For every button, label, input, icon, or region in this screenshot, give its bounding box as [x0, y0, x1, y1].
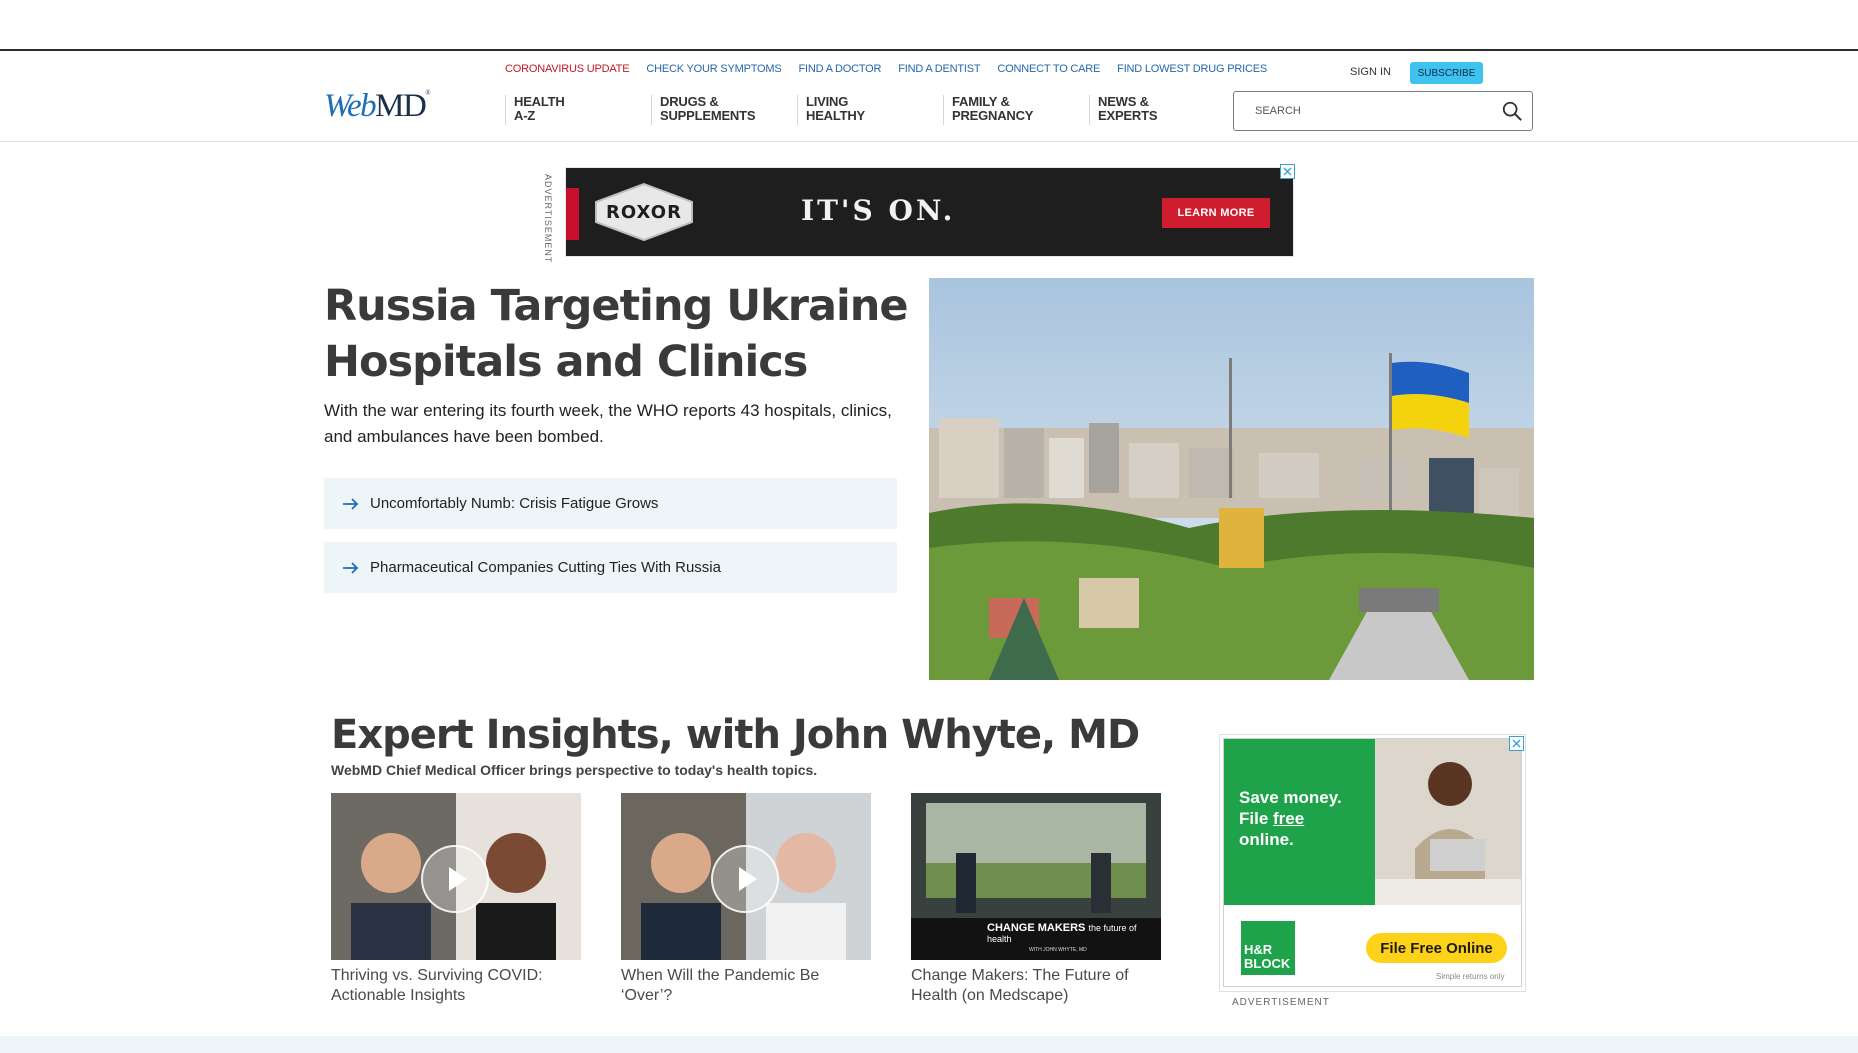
ad-copy-line2a: File: [1239, 809, 1274, 828]
ad-disclaimer: Simple returns only: [1436, 972, 1505, 981]
utility-link-doctor[interactable]: FIND A DOCTOR: [799, 63, 882, 75]
top-advertisement: ADVERTISEMENT ROXOR IT'S ON. LEARN MORE: [543, 164, 1295, 263]
roxor-banner[interactable]: ROXOR IT'S ON. LEARN MORE: [565, 167, 1294, 257]
related-link-label: Pharmaceutical Companies Cutting Ties Wi…: [370, 559, 721, 576]
change-makers-title: CHANGE MAKERS: [987, 922, 1086, 934]
nav-living-healthy[interactable]: LIVING HEALTHY: [797, 95, 943, 125]
arrow-right-icon: [343, 497, 359, 510]
related-link-pharma[interactable]: Pharmaceutical Companies Cutting Ties Wi…: [324, 542, 897, 593]
next-section-strip: [0, 1036, 1858, 1053]
ad-close-icon[interactable]: [1509, 736, 1524, 751]
arrow-right-icon: [343, 561, 359, 574]
learn-more-button[interactable]: LEARN MORE: [1162, 198, 1270, 228]
sign-in-link[interactable]: SIGN IN: [1350, 66, 1391, 78]
nav-family-pregnancy[interactable]: FAMILY & PREGNANCY: [943, 95, 1089, 125]
utility-link-symptoms[interactable]: CHECK YOUR SYMPTOMS: [646, 63, 781, 75]
hrb-top: H&R: [1244, 942, 1273, 957]
related-link-label: Uncomfortably Numb: Crisis Fatigue Grows: [370, 495, 659, 512]
nav-news-experts[interactable]: NEWS & EXPERTS: [1089, 95, 1235, 125]
utility-link-connect[interactable]: CONNECT TO CARE: [997, 63, 1100, 75]
site-header: CORONAVIRUS UPDATE CHECK YOUR SYMPTOMS F…: [0, 51, 1858, 142]
search-input[interactable]: [1235, 93, 1485, 129]
search-box: [1233, 91, 1533, 131]
logo-web: Web: [324, 88, 377, 124]
ad-label: ADVERTISEMENT: [1232, 997, 1330, 1008]
ad-photo: [1375, 739, 1521, 905]
ad-headline: IT'S ON.: [801, 194, 956, 227]
file-free-online-button[interactable]: File Free Online: [1366, 933, 1507, 963]
hr-block-logo: H&R BLOCK: [1241, 921, 1295, 975]
webmd-logo[interactable]: WebMD®: [324, 88, 431, 124]
top-ad-slot: [0, 0, 1858, 51]
hr-block-advertisement[interactable]: Save money. File free online. H&R BLOCK F…: [1219, 734, 1526, 992]
video-thumbnail: [331, 793, 581, 960]
play-button-icon[interactable]: [711, 845, 779, 913]
kyiv-skyline-illustration: [929, 278, 1534, 680]
video-card-caption: When Will the Pandemic Be ‘Over’?: [621, 967, 820, 1004]
related-link-crisis-fatigue[interactable]: Uncomfortably Numb: Crisis Fatigue Grows: [324, 478, 897, 529]
utility-link-dentist[interactable]: FIND A DENTIST: [898, 63, 980, 75]
ad-copy-line3: online.: [1239, 830, 1294, 849]
hero-subtitle: With the war entering its fourth week, t…: [324, 401, 892, 446]
ad-copy-line2b: free: [1273, 809, 1305, 828]
play-button-icon[interactable]: [421, 845, 489, 913]
main-nav: HEALTH A-Z DRUGS & SUPPLEMENTS LIVING HE…: [505, 95, 1235, 125]
video-thumbnail: CHANGE MAKERS the future of health WITH …: [911, 793, 1161, 960]
utility-nav: CORONAVIRUS UPDATE CHECK YOUR SYMPTOMS F…: [505, 63, 1267, 75]
expert-insights-title[interactable]: Expert Insights, with John Whyte, MD: [331, 712, 1140, 758]
video-card-change-makers[interactable]: CHANGE MAKERS the future of health WITH …: [911, 793, 1161, 1006]
roxor-wordmark: ROXOR: [606, 202, 682, 223]
change-makers-host: WITH JOHN WHYTE, MD: [1029, 947, 1087, 953]
utility-link-coronavirus[interactable]: CORONAVIRUS UPDATE: [505, 63, 630, 75]
video-card-caption: Change Makers: The Future of Health (on …: [911, 967, 1129, 1004]
logo-md: MD: [375, 88, 427, 124]
ad-label: ADVERTISEMENT: [543, 174, 553, 264]
nav-health-a-z[interactable]: HEALTH A-Z: [505, 95, 651, 125]
search-icon[interactable]: [1501, 100, 1523, 122]
expert-insights-subtitle: WebMD Chief Medical Officer brings persp…: [331, 762, 818, 778]
video-thumbnail: [621, 793, 871, 960]
roxor-logo: ROXOR: [594, 182, 694, 242]
logo-mark: ®: [425, 89, 430, 97]
video-card-thriving-covid[interactable]: Thriving vs. Surviving COVID: Actionable…: [331, 793, 581, 1006]
hero-headline[interactable]: Russia Targeting Ukraine Hospitals and C…: [324, 278, 924, 390]
hrb-bottom: BLOCK: [1244, 956, 1291, 971]
ad-inner: Save money. File free online. H&R BLOCK F…: [1223, 738, 1522, 987]
ad-copy: Save money. File free online.: [1239, 787, 1342, 850]
video-card-pandemic-over[interactable]: When Will the Pandemic Be ‘Over’?: [621, 793, 871, 1006]
utility-link-drug-prices[interactable]: FIND LOWEST DRUG PRICES: [1117, 63, 1267, 75]
ad-copy-line1: Save money.: [1239, 788, 1342, 807]
video-card-caption: Thriving vs. Surviving COVID: Actionable…: [331, 967, 543, 1004]
subscribe-button[interactable]: SUBSCRIBE: [1410, 62, 1483, 84]
hero-image-kyiv[interactable]: [929, 278, 1534, 680]
change-makers-wordmark: CHANGE MAKERS the future of health: [987, 923, 1161, 945]
nav-drugs-supplements[interactable]: DRUGS & SUPPLEMENTS: [651, 95, 797, 125]
ad-close-icon[interactable]: [1280, 164, 1295, 179]
ad-red-strip: [566, 188, 579, 240]
ad-green-panel: Save money. File free online.: [1224, 739, 1375, 905]
